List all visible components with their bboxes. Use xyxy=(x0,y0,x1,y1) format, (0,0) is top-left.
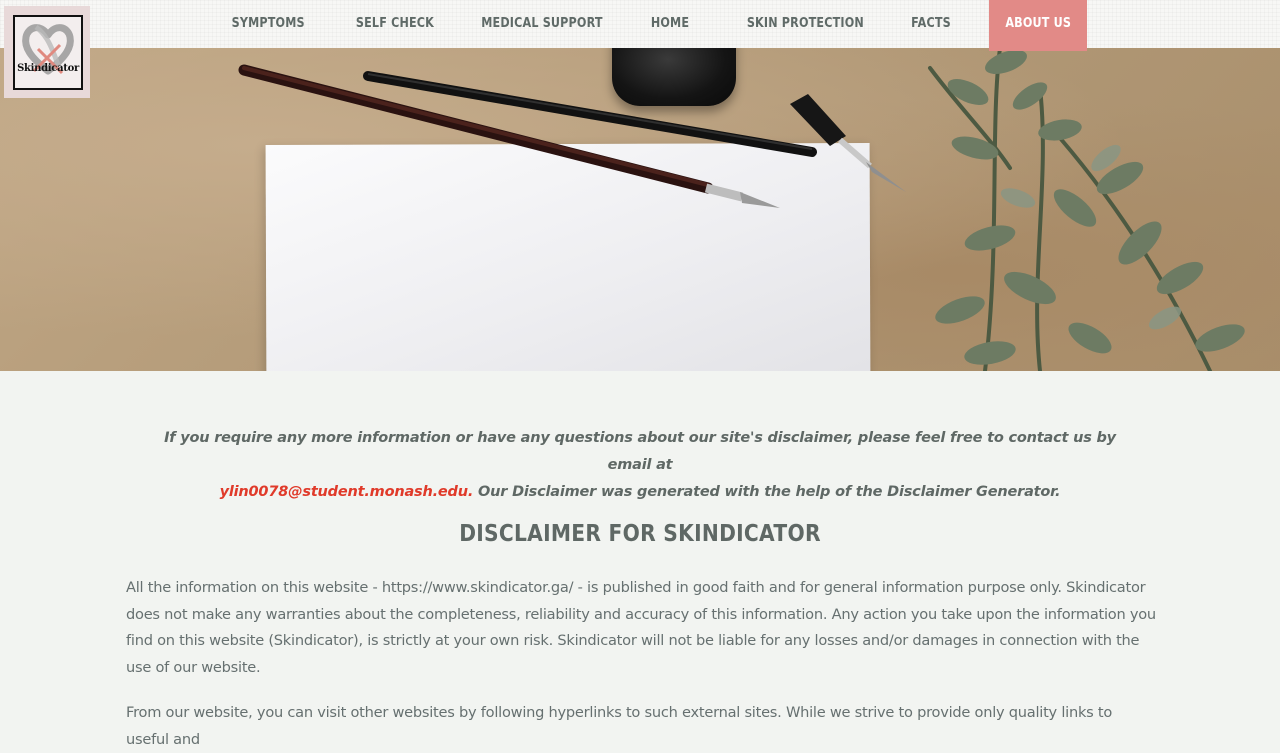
external-links-paragraph: From our website, you can visit other we… xyxy=(126,704,1113,748)
nav-medical-support[interactable]: MEDICAL SUPPORT xyxy=(481,0,602,48)
nav-facts[interactable]: FACTS xyxy=(908,0,954,48)
disclaimer-paragraph: All the information on this website - ht… xyxy=(126,579,1156,676)
contact-email-link[interactable]: ylin0078@student.monash.edu. xyxy=(220,484,474,500)
hero-banner-image xyxy=(0,48,1280,371)
pens-and-leaves-graphic xyxy=(238,48,1245,371)
contact-notice: If you require any more information or h… xyxy=(150,425,1130,506)
nav-about-us[interactable]: ABOUT US xyxy=(989,0,1087,51)
site-logo[interactable]: Skindicator xyxy=(4,6,90,98)
top-navigation: SYMPTOMS SELF CHECK MEDICAL SUPPORT HOME… xyxy=(0,0,1280,51)
contact-notice-text: If you require any more information or h… xyxy=(164,430,1116,473)
nav-about-us-label: ABOUT US xyxy=(1005,16,1071,31)
nav-skin-protection[interactable]: SKIN PROTECTION xyxy=(747,0,864,48)
generator-note: Our Disclaimer was generated with the he… xyxy=(478,484,1061,500)
logo-text: Skindicator xyxy=(17,63,79,74)
page-title: DISCLAIMER FOR SKINDICATOR xyxy=(459,521,821,547)
nav-self-check[interactable]: SELF CHECK xyxy=(356,0,434,48)
nav-home[interactable]: HOME xyxy=(646,0,694,48)
logo-frame: Skindicator xyxy=(13,15,83,90)
nav-symptoms[interactable]: SYMPTOMS xyxy=(232,0,305,48)
